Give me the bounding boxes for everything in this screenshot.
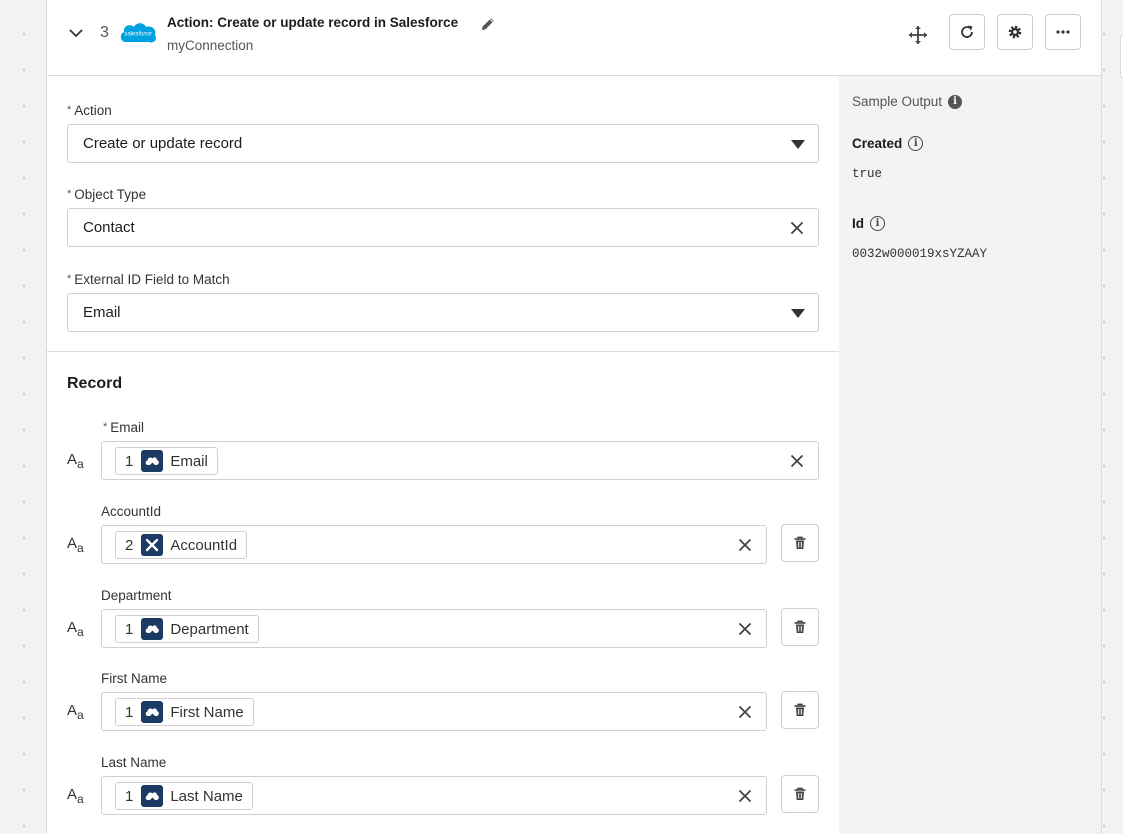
object-type-input[interactable]: Contact [67, 208, 819, 247]
salesforce-logo: salesforce [120, 23, 157, 43]
chevron-down-icon[interactable] [67, 24, 85, 42]
clear-icon[interactable] [738, 705, 752, 719]
pencil-icon[interactable] [479, 15, 497, 33]
text-type-icon: Aa [67, 786, 84, 806]
reference-chip[interactable]: 1 First Name [115, 698, 254, 726]
info-icon[interactable]: i [948, 94, 963, 109]
record-field-label-department: Department [101, 588, 172, 603]
text-type-icon: Aa [67, 702, 84, 722]
salesforce-logo-text: salesforce [124, 32, 152, 38]
caret-down-icon [791, 309, 805, 318]
info-icon[interactable]: i [908, 136, 924, 151]
action-select[interactable]: Create or update record [67, 124, 819, 163]
clear-icon[interactable] [738, 789, 752, 803]
clear-icon[interactable] [738, 538, 752, 552]
record-input-first-name[interactable]: 1 First Name [101, 692, 767, 731]
move-icon[interactable] [907, 24, 929, 46]
connection-name: myConnection [167, 38, 254, 53]
clear-icon[interactable] [738, 622, 752, 636]
record-field-label-email: * Email [103, 420, 145, 435]
delete-field-button[interactable] [781, 691, 819, 729]
caret-down-icon [791, 140, 805, 149]
sample-output-title: Sample Output i [852, 94, 963, 109]
trash-icon [794, 787, 806, 800]
object-type-label: * Object Type [67, 187, 147, 202]
settings-button[interactable] [997, 14, 1033, 50]
refresh-button[interactable] [949, 14, 985, 50]
trash-icon [794, 536, 806, 549]
reference-chip[interactable]: 1 Last Name [115, 782, 253, 810]
id-value: 0032w000019xsYZAAY [852, 247, 988, 261]
record-input-email[interactable]: 1 Email [101, 441, 819, 480]
sample-output-panel: Sample Output i Created i true Id i 0032… [839, 76, 1101, 834]
refresh-icon [961, 25, 973, 38]
info-icon[interactable]: i [870, 216, 885, 231]
reference-chip[interactable]: 2 AccountId [115, 531, 248, 559]
more-options-button[interactable] [1045, 14, 1081, 50]
action-select-value: Create or update record [83, 135, 243, 152]
step-header: 3 salesforce Action: Create or update re… [47, 0, 1101, 76]
text-type-icon: Aa [67, 619, 84, 639]
record-field-label-accountid: AccountId [101, 504, 162, 519]
delete-field-button[interactable] [781, 608, 819, 646]
created-label: Created i [852, 136, 924, 151]
text-type-icon: Aa [67, 535, 84, 555]
external-id-label: * External ID Field to Match [67, 272, 230, 287]
action-label: * Action [67, 103, 112, 118]
reference-chip[interactable]: 1 Department [115, 615, 259, 643]
salesforce-cloud-icon [141, 618, 164, 640]
record-input-department[interactable]: 1 Department [101, 609, 767, 648]
step-card: 3 salesforce Action: Create or update re… [46, 0, 1102, 834]
step-title: Action: Create or update record in Sales… [167, 15, 459, 30]
object-type-value: Contact [83, 219, 135, 236]
clear-icon[interactable] [790, 454, 804, 468]
delete-field-button[interactable] [781, 524, 819, 562]
external-id-select[interactable]: Email [67, 293, 819, 332]
delete-field-button[interactable] [781, 775, 819, 813]
text-type-icon: Aa [67, 451, 84, 471]
integration-icon [141, 534, 164, 556]
reference-chip[interactable]: 1 Email [115, 447, 218, 475]
gear-icon [1008, 25, 1022, 39]
record-input-accountid[interactable]: 2 AccountId [101, 525, 767, 564]
trash-icon [794, 703, 806, 716]
record-section-title: Record [67, 375, 123, 392]
salesforce-cloud-icon [141, 450, 164, 472]
salesforce-cloud-icon [141, 785, 164, 807]
salesforce-cloud-icon [141, 701, 164, 723]
external-id-value: Email [83, 304, 121, 321]
section-divider [47, 351, 839, 352]
created-value: true [852, 167, 883, 181]
record-field-label-last-name: Last Name [101, 755, 167, 770]
more-icon [1056, 30, 1070, 34]
record-field-label-first-name: First Name [101, 671, 168, 686]
record-input-last-name[interactable]: 1 Last Name [101, 776, 767, 815]
id-label: Id i [852, 216, 885, 231]
trash-icon [794, 620, 806, 633]
clear-icon[interactable] [790, 221, 804, 235]
step-number: 3 [100, 24, 109, 41]
